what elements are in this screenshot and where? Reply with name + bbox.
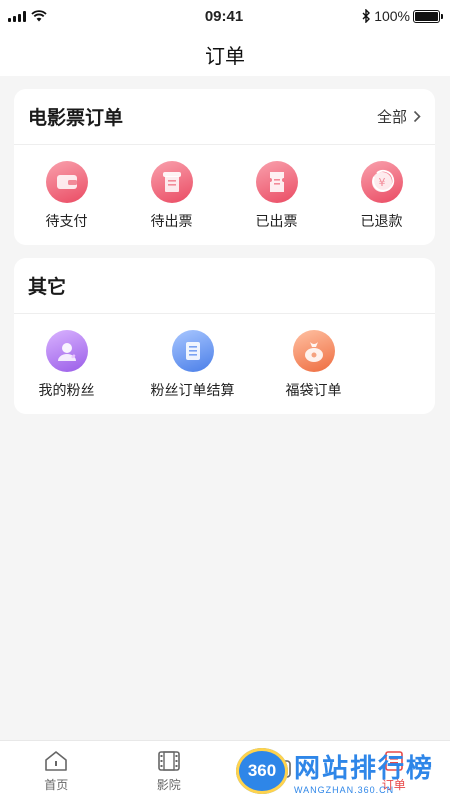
order-item-issued[interactable]: 已出票 bbox=[224, 161, 329, 231]
movie-orders-card: 电影票订单 全部 待支付 待出票 已出票 ¥ 已退款 bbox=[14, 89, 435, 245]
other-item-fans[interactable]: 我的粉丝 bbox=[14, 330, 119, 400]
tab-home[interactable]: 首页 bbox=[0, 741, 113, 800]
view-all-label: 全部 bbox=[376, 109, 407, 126]
tab-label: 影院 bbox=[156, 777, 181, 792]
signal-icon bbox=[8, 10, 26, 22]
settlement-icon bbox=[171, 330, 214, 372]
movie-orders-header: 电影票订单 全部 bbox=[14, 89, 435, 145]
fans-icon bbox=[45, 330, 88, 372]
bluetooth-icon bbox=[362, 9, 371, 23]
status-time: 09:41 bbox=[204, 7, 244, 25]
item-label: 待支付 bbox=[45, 213, 88, 229]
item-label: 待出票 bbox=[150, 213, 193, 229]
other-title: 其它 bbox=[28, 277, 67, 298]
battery-text: 100% bbox=[374, 8, 410, 24]
order-icon bbox=[384, 750, 403, 771]
wifi-icon bbox=[31, 10, 47, 22]
nav-bar: 订单 bbox=[0, 32, 450, 76]
chevron-right-icon bbox=[413, 110, 421, 123]
movie-orders-title: 电影票订单 bbox=[28, 108, 124, 129]
other-item-fan-settlement[interactable]: 粉丝订单结算 bbox=[119, 330, 266, 400]
item-label: 粉丝订单结算 bbox=[150, 382, 235, 398]
item-label: 已出票 bbox=[255, 213, 298, 229]
status-right: 100% bbox=[320, 8, 443, 24]
lucky-bag-icon bbox=[292, 330, 335, 372]
tab-orders[interactable]: 订单 bbox=[338, 741, 450, 800]
item-label: 福袋订单 bbox=[285, 382, 342, 398]
other-header: 其它 bbox=[14, 258, 435, 314]
order-item-pending-ticket[interactable]: 待出票 bbox=[119, 161, 224, 231]
view-all-button[interactable]: 全部 bbox=[377, 106, 421, 127]
wallet-icon bbox=[45, 161, 88, 203]
ticket-issued-icon bbox=[255, 161, 298, 203]
tab-discover[interactable] bbox=[225, 741, 338, 800]
battery-icon bbox=[413, 9, 443, 23]
page-title: 订单 bbox=[205, 45, 245, 68]
item-label: 已退款 bbox=[360, 213, 403, 229]
order-item-refunded[interactable]: ¥ 已退款 bbox=[329, 161, 434, 231]
tab-cinema[interactable]: 影院 bbox=[113, 741, 226, 800]
movie-orders-items: 待支付 待出票 已出票 ¥ 已退款 bbox=[14, 145, 435, 231]
item-label: 我的粉丝 bbox=[38, 382, 95, 398]
other-item-lucky-bag[interactable]: 福袋订单 bbox=[266, 330, 361, 400]
cinema-icon bbox=[157, 750, 180, 771]
refund-icon: ¥ bbox=[360, 161, 403, 203]
tab-label: 订单 bbox=[381, 777, 406, 792]
other-items: 我的粉丝 粉丝订单结算 福袋订单 bbox=[14, 314, 435, 400]
status-bar: 09:41 100% bbox=[0, 0, 450, 32]
status-left bbox=[8, 10, 128, 22]
discover-icon bbox=[271, 760, 292, 778]
ticket-list-icon bbox=[150, 161, 193, 203]
order-item-pending-payment[interactable]: 待支付 bbox=[14, 161, 119, 231]
other-card: 其它 我的粉丝 粉丝订单结算 福袋订单 bbox=[14, 258, 435, 414]
tab-bar: 首页 影院 订单 bbox=[0, 740, 450, 800]
home-icon bbox=[45, 750, 68, 771]
svg-text:¥: ¥ bbox=[378, 176, 385, 189]
tab-label: 首页 bbox=[44, 777, 69, 792]
